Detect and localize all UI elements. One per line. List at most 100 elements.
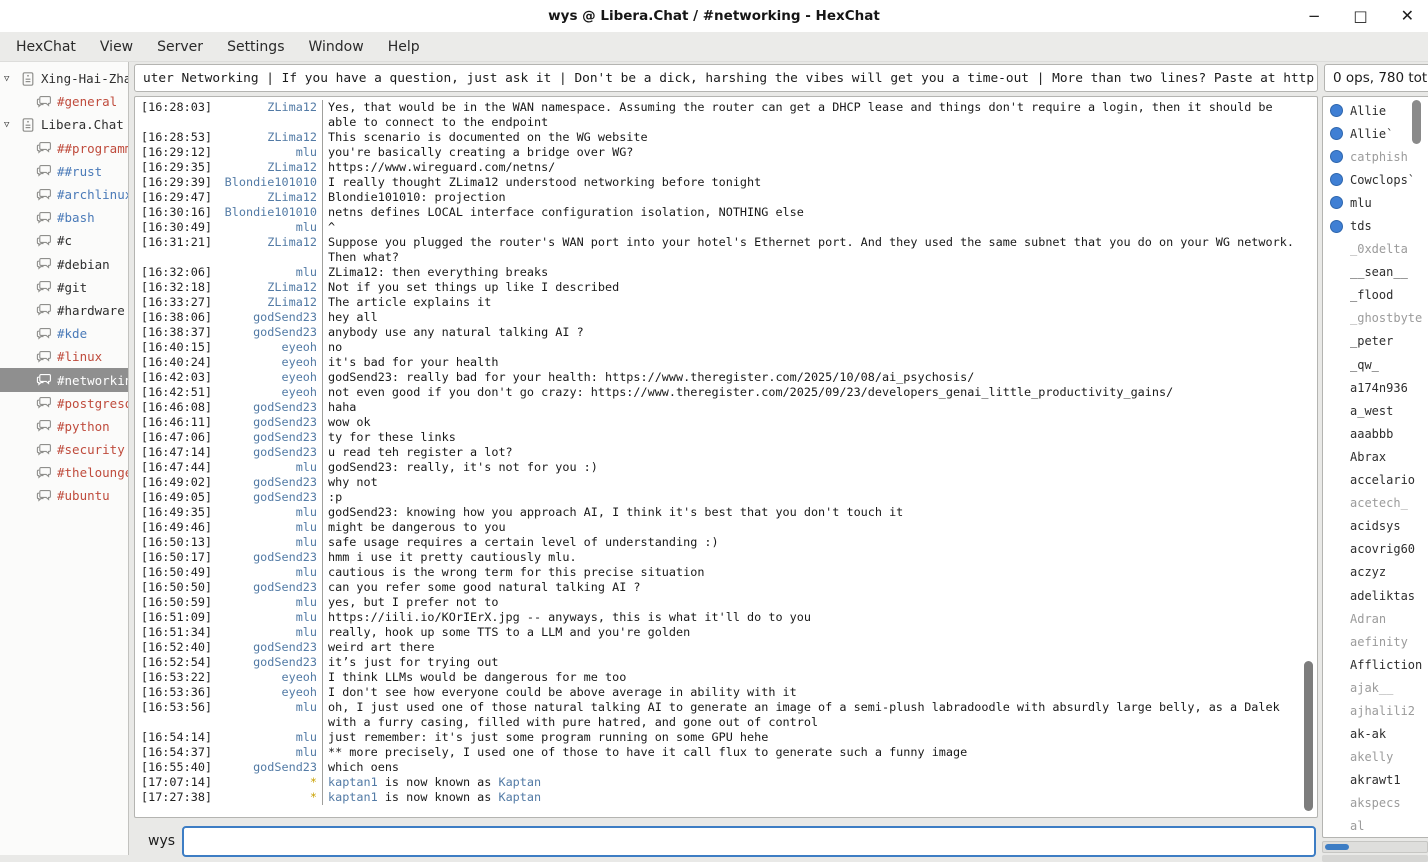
sidebar-item-rust[interactable]: ##rust (0, 160, 128, 183)
user-nick: ajhalili2 (1350, 704, 1415, 718)
userlist-item-a-west[interactable]: a_west (1323, 399, 1428, 422)
message-text: ty for these links (323, 430, 1301, 445)
userlist-item-affliction[interactable]: Affliction (1323, 653, 1428, 676)
message-timestamp: [16:33:27] (141, 295, 212, 310)
bottom-scroll-track[interactable] (1322, 855, 1428, 862)
chat-message-row: [17:07:14]*kaptan1 is now known as Kapta… (136, 775, 1301, 790)
message-text: netns defines LOCAL interface configurat… (323, 205, 1301, 220)
sidebar-item-general[interactable]: #general (0, 90, 128, 113)
userlist-item-peter[interactable]: _peter (1323, 330, 1428, 353)
minimize-icon[interactable]: − (1308, 9, 1321, 24)
menu-help[interactable]: Help (376, 34, 432, 60)
server-icon (20, 117, 36, 133)
sidebar-item-python[interactable]: #python (0, 415, 128, 438)
message-input-box[interactable] (182, 826, 1316, 857)
userlist-item-cowclops[interactable]: Cowclops` (1323, 168, 1428, 191)
expander-icon[interactable]: ▽ (4, 120, 18, 130)
menu-hexchat[interactable]: HexChat (4, 34, 88, 60)
userlist-item-mlu[interactable]: mlu (1323, 191, 1428, 214)
userlist-item-flood[interactable]: _flood (1323, 284, 1428, 307)
sidebar-item-debian[interactable]: #debian (0, 253, 128, 276)
userlist-item-qw[interactable]: _qw_ (1323, 353, 1428, 376)
userlist-item-ajak[interactable]: ajak__ (1323, 676, 1428, 699)
sidebar-item-ubuntu[interactable]: #ubuntu (0, 484, 128, 507)
chat-message-row: [16:46:11]godSend23wow ok (136, 415, 1301, 430)
message-nick: godSend23 (253, 760, 317, 775)
sidebar-item-linux[interactable]: #linux (0, 345, 128, 368)
userlist-item-akspecs[interactable]: akspecs (1323, 792, 1428, 815)
tree-label: Libera.Chat (41, 117, 124, 132)
user-nick: aczyz (1350, 565, 1386, 579)
sidebar-item-security[interactable]: #security (0, 438, 128, 461)
userlist-item-tds[interactable]: tds (1323, 214, 1428, 237)
sidebar-item-hardware[interactable]: #hardware (0, 299, 128, 322)
message-meta: [16:50:17]godSend23 (136, 550, 323, 565)
sidebar-item-postgresql[interactable]: #postgresql (0, 392, 128, 415)
menu-window[interactable]: Window (296, 34, 375, 60)
userlist-item-akrawt1[interactable]: akrawt1 (1323, 769, 1428, 792)
user-nick: Affliction (1350, 658, 1422, 672)
sidebar-item-git[interactable]: #git (0, 276, 128, 299)
message-timestamp: [16:30:49] (141, 220, 212, 235)
message-nick: Blondie101010 (225, 205, 317, 220)
message-meta: [16:50:50]godSend23 (136, 580, 323, 595)
tree-server-xing-hai-zhan[interactable]: ▽Xing-Hai-Zhan (0, 67, 128, 90)
userlist-item-aefinity[interactable]: aefinity (1323, 630, 1428, 653)
userlist-item-adeliktas[interactable]: adeliktas (1323, 584, 1428, 607)
userlist-item-ak-ak[interactable]: ak-ak (1323, 723, 1428, 746)
userlist-item-acetech[interactable]: acetech_ (1323, 492, 1428, 515)
userlist-item-catphish[interactable]: catphish (1323, 145, 1428, 168)
menu-settings[interactable]: Settings (215, 34, 296, 60)
chat-message-row: [16:53:22]eyeohI think LLMs would be dan… (136, 670, 1301, 685)
userlist-vertical-scrollbar[interactable] (1412, 100, 1421, 144)
message-text: wow ok (323, 415, 1301, 430)
channel-icon (36, 465, 52, 481)
userlist-item-aaabbb[interactable]: aaabbb (1323, 422, 1428, 445)
titlebar[interactable]: wys @ Libera.Chat / #networking - HexCha… (0, 0, 1428, 33)
chat-message-row: [16:50:59]mluyes, but I prefer not to (136, 595, 1301, 610)
userlist-item-al[interactable]: al (1323, 815, 1428, 838)
message-text: u read teh register a lot? (323, 445, 1301, 460)
channel-icon (36, 140, 52, 156)
userlist-item-abrax[interactable]: Abrax (1323, 445, 1428, 468)
message-input[interactable] (192, 830, 1312, 853)
sidebar-item-c[interactable]: #c (0, 229, 128, 252)
chat-message-row: [16:50:13]mlusafe usage requires a certa… (136, 535, 1301, 550)
userlist-item-accelario[interactable]: accelario (1323, 469, 1428, 492)
message-timestamp: [16:42:03] (141, 370, 212, 385)
userlist-item-sean[interactable]: __sean__ (1323, 261, 1428, 284)
userlist-hscroll-thumb[interactable] (1325, 844, 1349, 850)
maximize-icon[interactable]: □ (1353, 9, 1367, 24)
message-meta: [16:53:22]eyeoh (136, 670, 323, 685)
chat-message-row: [16:49:35]mlugodSend23: knowing how you … (136, 505, 1301, 520)
message-timestamp: [16:49:05] (141, 490, 212, 505)
message-nick: godSend23 (253, 475, 317, 490)
userlist-item-a174n936[interactable]: a174n936 (1323, 376, 1428, 399)
sidebar-item-bash[interactable]: #bash (0, 206, 128, 229)
message-meta: [16:29:12]mlu (136, 145, 323, 160)
close-icon[interactable]: ✕ (1401, 8, 1414, 24)
sidebar-item-kde[interactable]: #kde (0, 322, 128, 345)
userlist-item-0xdelta[interactable]: _0xdelta (1323, 238, 1428, 261)
sidebar-item-thelounge[interactable]: #thelounge (0, 461, 128, 484)
menu-view[interactable]: View (88, 34, 145, 60)
old-nick: kaptan1 (328, 790, 378, 804)
userlist-item-ajhalili2[interactable]: ajhalili2 (1323, 699, 1428, 722)
userlist-horizontal-scrollbar[interactable] (1322, 841, 1428, 853)
expander-icon[interactable]: ▽ (4, 74, 18, 84)
tree-server-libera-chat[interactable]: ▽ Libera.Chat (0, 113, 128, 136)
userlist-item-acovrig60[interactable]: acovrig60 (1323, 538, 1428, 561)
userlist-item-adran[interactable]: Adran (1323, 607, 1428, 630)
chat-vertical-scrollbar[interactable] (1304, 661, 1313, 811)
message-meta: [16:29:35]ZLima12 (136, 160, 323, 175)
userlist-item-acidsys[interactable]: acidsys (1323, 515, 1428, 538)
userlist-item-ghostbyte[interactable]: _ghostbyte (1323, 307, 1428, 330)
menu-server[interactable]: Server (145, 34, 215, 60)
message-nick: godSend23 (253, 325, 317, 340)
sidebar-item-programming[interactable]: ##programming (0, 137, 128, 160)
userlist-item-aczyz[interactable]: aczyz (1323, 561, 1428, 584)
topic-bar[interactable]: uter Networking | If you have a question… (134, 64, 1318, 92)
sidebar-item-archlinux[interactable]: #archlinux (0, 183, 128, 206)
sidebar-item-networking[interactable]: #networking (0, 368, 128, 391)
userlist-item-akelly[interactable]: akelly (1323, 746, 1428, 769)
